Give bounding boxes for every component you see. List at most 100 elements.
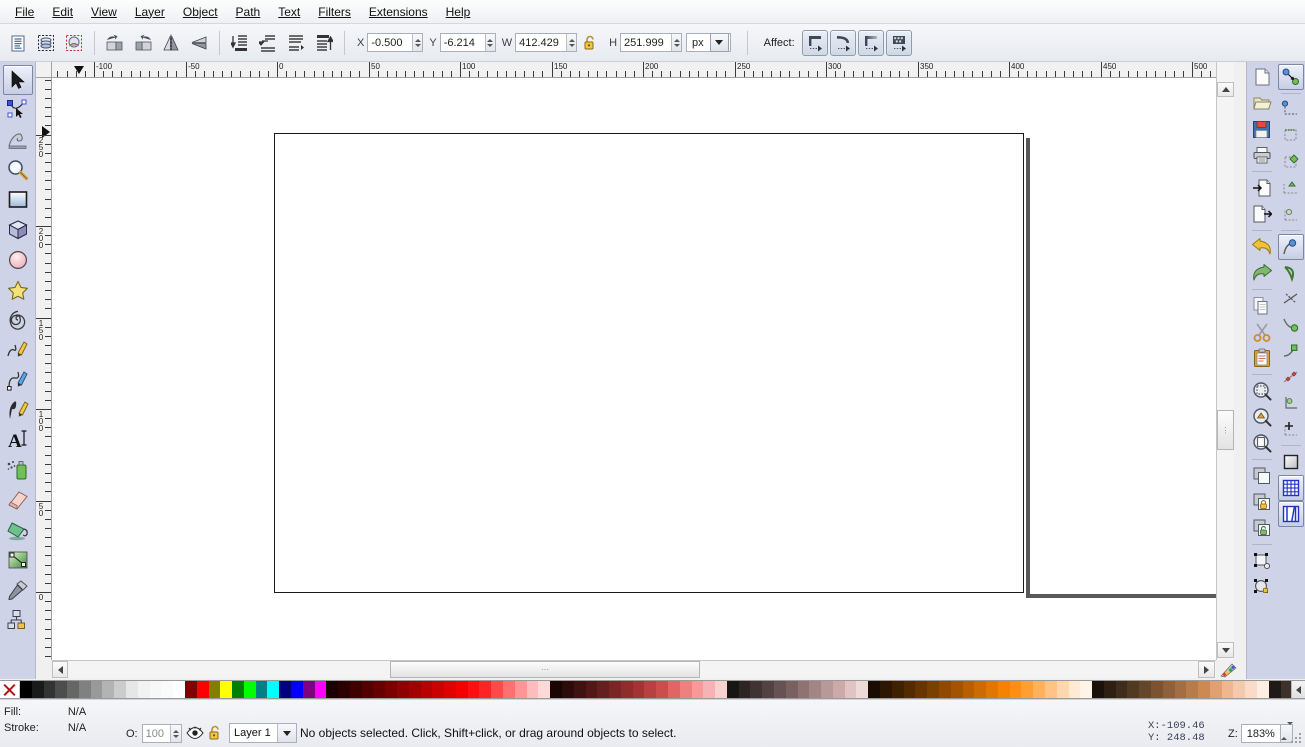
deselect-button[interactable]	[61, 30, 87, 56]
lower-button[interactable]	[255, 30, 281, 56]
y-spinner[interactable]	[439, 33, 496, 52]
palette-swatch[interactable]	[126, 681, 138, 698]
palette-swatch[interactable]	[161, 681, 174, 698]
palette-swatch[interactable]	[644, 681, 657, 698]
palette-swatch[interactable]	[821, 681, 833, 698]
zoom-selection-button[interactable]	[1249, 378, 1275, 404]
palette-swatch[interactable]	[1044, 681, 1057, 698]
palette-swatch[interactable]	[1033, 681, 1045, 698]
rotate-ccw-button[interactable]	[102, 30, 128, 56]
bezier-tool[interactable]	[3, 365, 33, 395]
palette-swatch[interactable]	[950, 681, 963, 698]
palette-swatch[interactable]	[173, 681, 185, 698]
document-page[interactable]	[274, 133, 1024, 593]
palette-swatch[interactable]	[491, 681, 504, 698]
menu-layer[interactable]: Layer	[126, 2, 174, 22]
x-spin-arrows[interactable]	[412, 34, 423, 51]
scroll-down-button[interactable]	[1217, 642, 1234, 658]
scroll-up-button[interactable]	[1217, 82, 1234, 97]
palette-none-swatch[interactable]	[0, 681, 20, 698]
palette-swatch[interactable]	[1186, 681, 1199, 698]
select-all-button[interactable]	[5, 30, 31, 56]
palette-swatch[interactable]	[290, 681, 303, 698]
window-resize-grip[interactable]	[1290, 732, 1302, 744]
stroke-to-path-button[interactable]	[1249, 574, 1275, 600]
gradient-tool[interactable]	[3, 545, 33, 575]
w-input[interactable]	[516, 34, 567, 51]
palette-swatch[interactable]	[620, 681, 633, 698]
palette-swatch[interactable]	[279, 681, 291, 698]
palette-swatch[interactable]	[856, 681, 869, 698]
zoom-tool[interactable]	[3, 155, 33, 185]
drawing-canvas[interactable]	[52, 78, 1216, 660]
palette-swatch[interactable]	[632, 681, 645, 698]
palette-swatch[interactable]	[455, 681, 468, 698]
palette-swatch[interactable]	[609, 681, 621, 698]
palette-swatch[interactable]	[726, 681, 739, 698]
palette-swatch[interactable]	[114, 681, 127, 698]
palette-swatch[interactable]	[479, 681, 492, 698]
palette-swatch[interactable]	[986, 681, 998, 698]
palette-swatch[interactable]	[432, 681, 445, 698]
palette-swatch[interactable]	[962, 681, 975, 698]
palette-swatch[interactable]	[597, 681, 610, 698]
snap-bbox-edge-midpoints-toggle[interactable]	[1278, 175, 1304, 201]
palette-swatch[interactable]	[397, 681, 409, 698]
snap-bbox-corners-toggle[interactable]	[1278, 149, 1304, 175]
palette-swatch[interactable]	[302, 681, 315, 698]
menu-object[interactable]: Object	[174, 2, 227, 22]
palette-swatch[interactable]	[679, 681, 692, 698]
fill-row[interactable]: Fill: N/A	[4, 704, 124, 720]
vertical-scrollbar[interactable]: ⋮	[1216, 62, 1234, 660]
snap-bbox-centers-toggle[interactable]	[1278, 201, 1304, 227]
zoom-value[interactable]: 183%	[1240, 724, 1281, 743]
ruler-unit-corner[interactable]	[36, 62, 52, 78]
h-spin-arrows[interactable]	[671, 34, 682, 51]
palette-swatch[interactable]	[102, 681, 115, 698]
print-document-button[interactable]	[1249, 142, 1275, 168]
open-document-button[interactable]	[1249, 90, 1275, 116]
palette-swatch[interactable]	[1268, 681, 1281, 698]
export-button[interactable]	[1249, 201, 1275, 227]
palette-swatch[interactable]	[797, 681, 810, 698]
palette-swatch[interactable]	[267, 681, 280, 698]
snap-midpoints-toggle[interactable]	[1278, 364, 1304, 390]
palette-swatch[interactable]	[738, 681, 751, 698]
dropper-tool[interactable]	[3, 575, 33, 605]
palette-swatch[interactable]	[243, 681, 256, 698]
new-document-button[interactable]	[1249, 64, 1275, 90]
y-input[interactable]	[440, 34, 485, 51]
connector-tool[interactable]	[3, 605, 33, 635]
menu-view[interactable]: View	[82, 2, 126, 22]
palette-swatch[interactable]	[938, 681, 951, 698]
palette-swatch[interactable]	[915, 681, 928, 698]
palette-swatch[interactable]	[314, 681, 327, 698]
h-spinner[interactable]	[620, 33, 683, 52]
palette-swatch[interactable]	[90, 681, 103, 698]
palette-swatch[interactable]	[326, 681, 339, 698]
palette-swatch[interactable]	[880, 681, 892, 698]
palette-swatch[interactable]	[844, 681, 857, 698]
palette-swatch[interactable]	[408, 681, 421, 698]
palette-swatch[interactable]	[43, 681, 56, 698]
palette-swatch[interactable]	[373, 681, 386, 698]
x-spinner[interactable]	[367, 33, 424, 52]
palette-swatch[interactable]	[550, 681, 562, 698]
palette-swatch[interactable]	[997, 681, 1010, 698]
menu-filters[interactable]: Filters	[309, 2, 360, 22]
palette-swatch[interactable]	[1127, 681, 1140, 698]
palette-swatch[interactable]	[1162, 681, 1175, 698]
duplicate-button[interactable]	[1249, 463, 1275, 489]
paint-bucket-tool[interactable]	[3, 515, 33, 545]
palette-swatch[interactable]	[715, 681, 727, 698]
palette-swatch[interactable]	[667, 681, 680, 698]
h-input[interactable]	[621, 34, 672, 51]
enable-snapping-toggle[interactable]	[1277, 64, 1304, 90]
ellipse-tool[interactable]	[3, 245, 33, 275]
palette-swatch[interactable]	[1151, 681, 1163, 698]
palette-swatch[interactable]	[691, 681, 704, 698]
palette-swatch[interactable]	[832, 681, 845, 698]
import-button[interactable]	[1249, 175, 1275, 201]
palette-swatch[interactable]	[420, 681, 433, 698]
eraser-tool[interactable]	[3, 485, 33, 515]
